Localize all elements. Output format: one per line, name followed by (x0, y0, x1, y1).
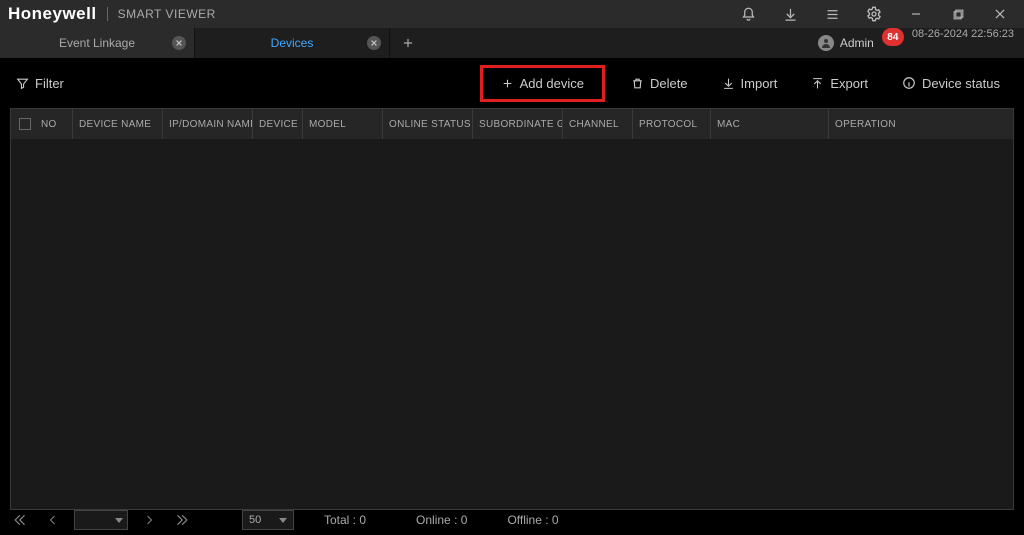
col-operation[interactable]: OPERATION (829, 109, 1013, 139)
col-no-label: NO (41, 119, 57, 130)
menu-icon[interactable] (816, 0, 848, 28)
bell-icon[interactable] (732, 0, 764, 28)
caret-icon (115, 518, 123, 523)
user-info[interactable]: Admin (810, 28, 882, 58)
close-icon[interactable] (984, 0, 1016, 28)
title-bar: Honeywell SMART VIEWER (0, 0, 1024, 28)
device-table: NO DEVICE NAME IP/DOMAIN NAME DEVICE MOD… (10, 108, 1014, 510)
delete-label: Delete (650, 76, 688, 91)
tab-devices[interactable]: Devices (195, 28, 390, 58)
offline-stat: Offline : 0 (507, 513, 558, 527)
prev-page-button[interactable] (42, 509, 64, 531)
col-online[interactable]: ONLINE STATUS (383, 109, 473, 139)
online-stat: Online : 0 (416, 513, 467, 527)
tab-close-icon[interactable] (367, 36, 381, 50)
col-subordinate[interactable]: SUBORDINATE G (473, 109, 563, 139)
col-channel[interactable]: CHANNEL (563, 109, 633, 139)
tab-label: Devices (271, 36, 314, 50)
download-icon[interactable] (774, 0, 806, 28)
tab-label: Event Linkage (59, 36, 135, 50)
add-device-button[interactable]: Add device (480, 65, 605, 102)
col-protocol[interactable]: PROTOCOL (633, 109, 711, 139)
import-icon (722, 77, 735, 90)
next-page-button[interactable] (138, 509, 160, 531)
col-mac[interactable]: MAC (711, 109, 829, 139)
import-button[interactable]: Import (714, 70, 786, 97)
export-button[interactable]: Export (803, 70, 876, 97)
filter-label: Filter (35, 76, 64, 91)
toolbar: Filter Add device Delete Import Export D… (0, 58, 1024, 108)
tab-close-icon[interactable] (172, 36, 186, 50)
filter-button[interactable]: Filter (16, 76, 64, 91)
page-select[interactable] (74, 510, 128, 530)
table-header: NO DEVICE NAME IP/DOMAIN NAME DEVICE MOD… (11, 109, 1013, 139)
info-icon (902, 76, 916, 90)
notification-badge[interactable]: 84 (882, 28, 904, 46)
page-size-value: 50 (249, 514, 261, 526)
total-stat: Total : 0 (324, 513, 366, 527)
select-all-checkbox[interactable] (19, 118, 31, 130)
export-label: Export (830, 76, 868, 91)
app-title: SMART VIEWER (118, 7, 216, 21)
page-size-select[interactable]: 50 (242, 510, 294, 530)
col-device-name[interactable]: DEVICE NAME (73, 109, 163, 139)
divider (107, 7, 108, 21)
minimize-icon[interactable] (900, 0, 932, 28)
first-page-button[interactable] (10, 509, 32, 531)
add-device-label: Add device (520, 76, 584, 91)
pagination-bar: 50 Total : 0 Online : 0 Offline : 0 (0, 505, 1024, 535)
col-device[interactable]: DEVICE (253, 109, 303, 139)
delete-button[interactable]: Delete (623, 70, 696, 97)
col-ip[interactable]: IP/DOMAIN NAME (163, 109, 253, 139)
gear-icon[interactable] (858, 0, 890, 28)
import-label: Import (741, 76, 778, 91)
add-tab-button[interactable] (390, 28, 426, 58)
tab-event-linkage[interactable]: Event Linkage (0, 28, 195, 58)
trash-icon (631, 77, 644, 90)
device-status-button[interactable]: Device status (894, 70, 1008, 97)
export-icon (811, 77, 824, 90)
caret-icon (279, 518, 287, 523)
plus-icon (501, 77, 514, 90)
brand-logo: Honeywell (8, 4, 97, 24)
username-label: Admin (840, 36, 874, 50)
avatar-icon (818, 35, 834, 51)
last-page-button[interactable] (170, 509, 192, 531)
datetime-label: 08-26-2024 22:56:23 (912, 28, 1024, 58)
maximize-icon[interactable] (942, 0, 974, 28)
tab-strip: Event Linkage Devices Admin 84 08-26-202… (0, 28, 1024, 58)
table-body (11, 139, 1013, 509)
col-checkbox: NO (11, 109, 73, 139)
filter-icon (16, 77, 29, 90)
device-status-label: Device status (922, 76, 1000, 91)
col-model[interactable]: MODEL (303, 109, 383, 139)
